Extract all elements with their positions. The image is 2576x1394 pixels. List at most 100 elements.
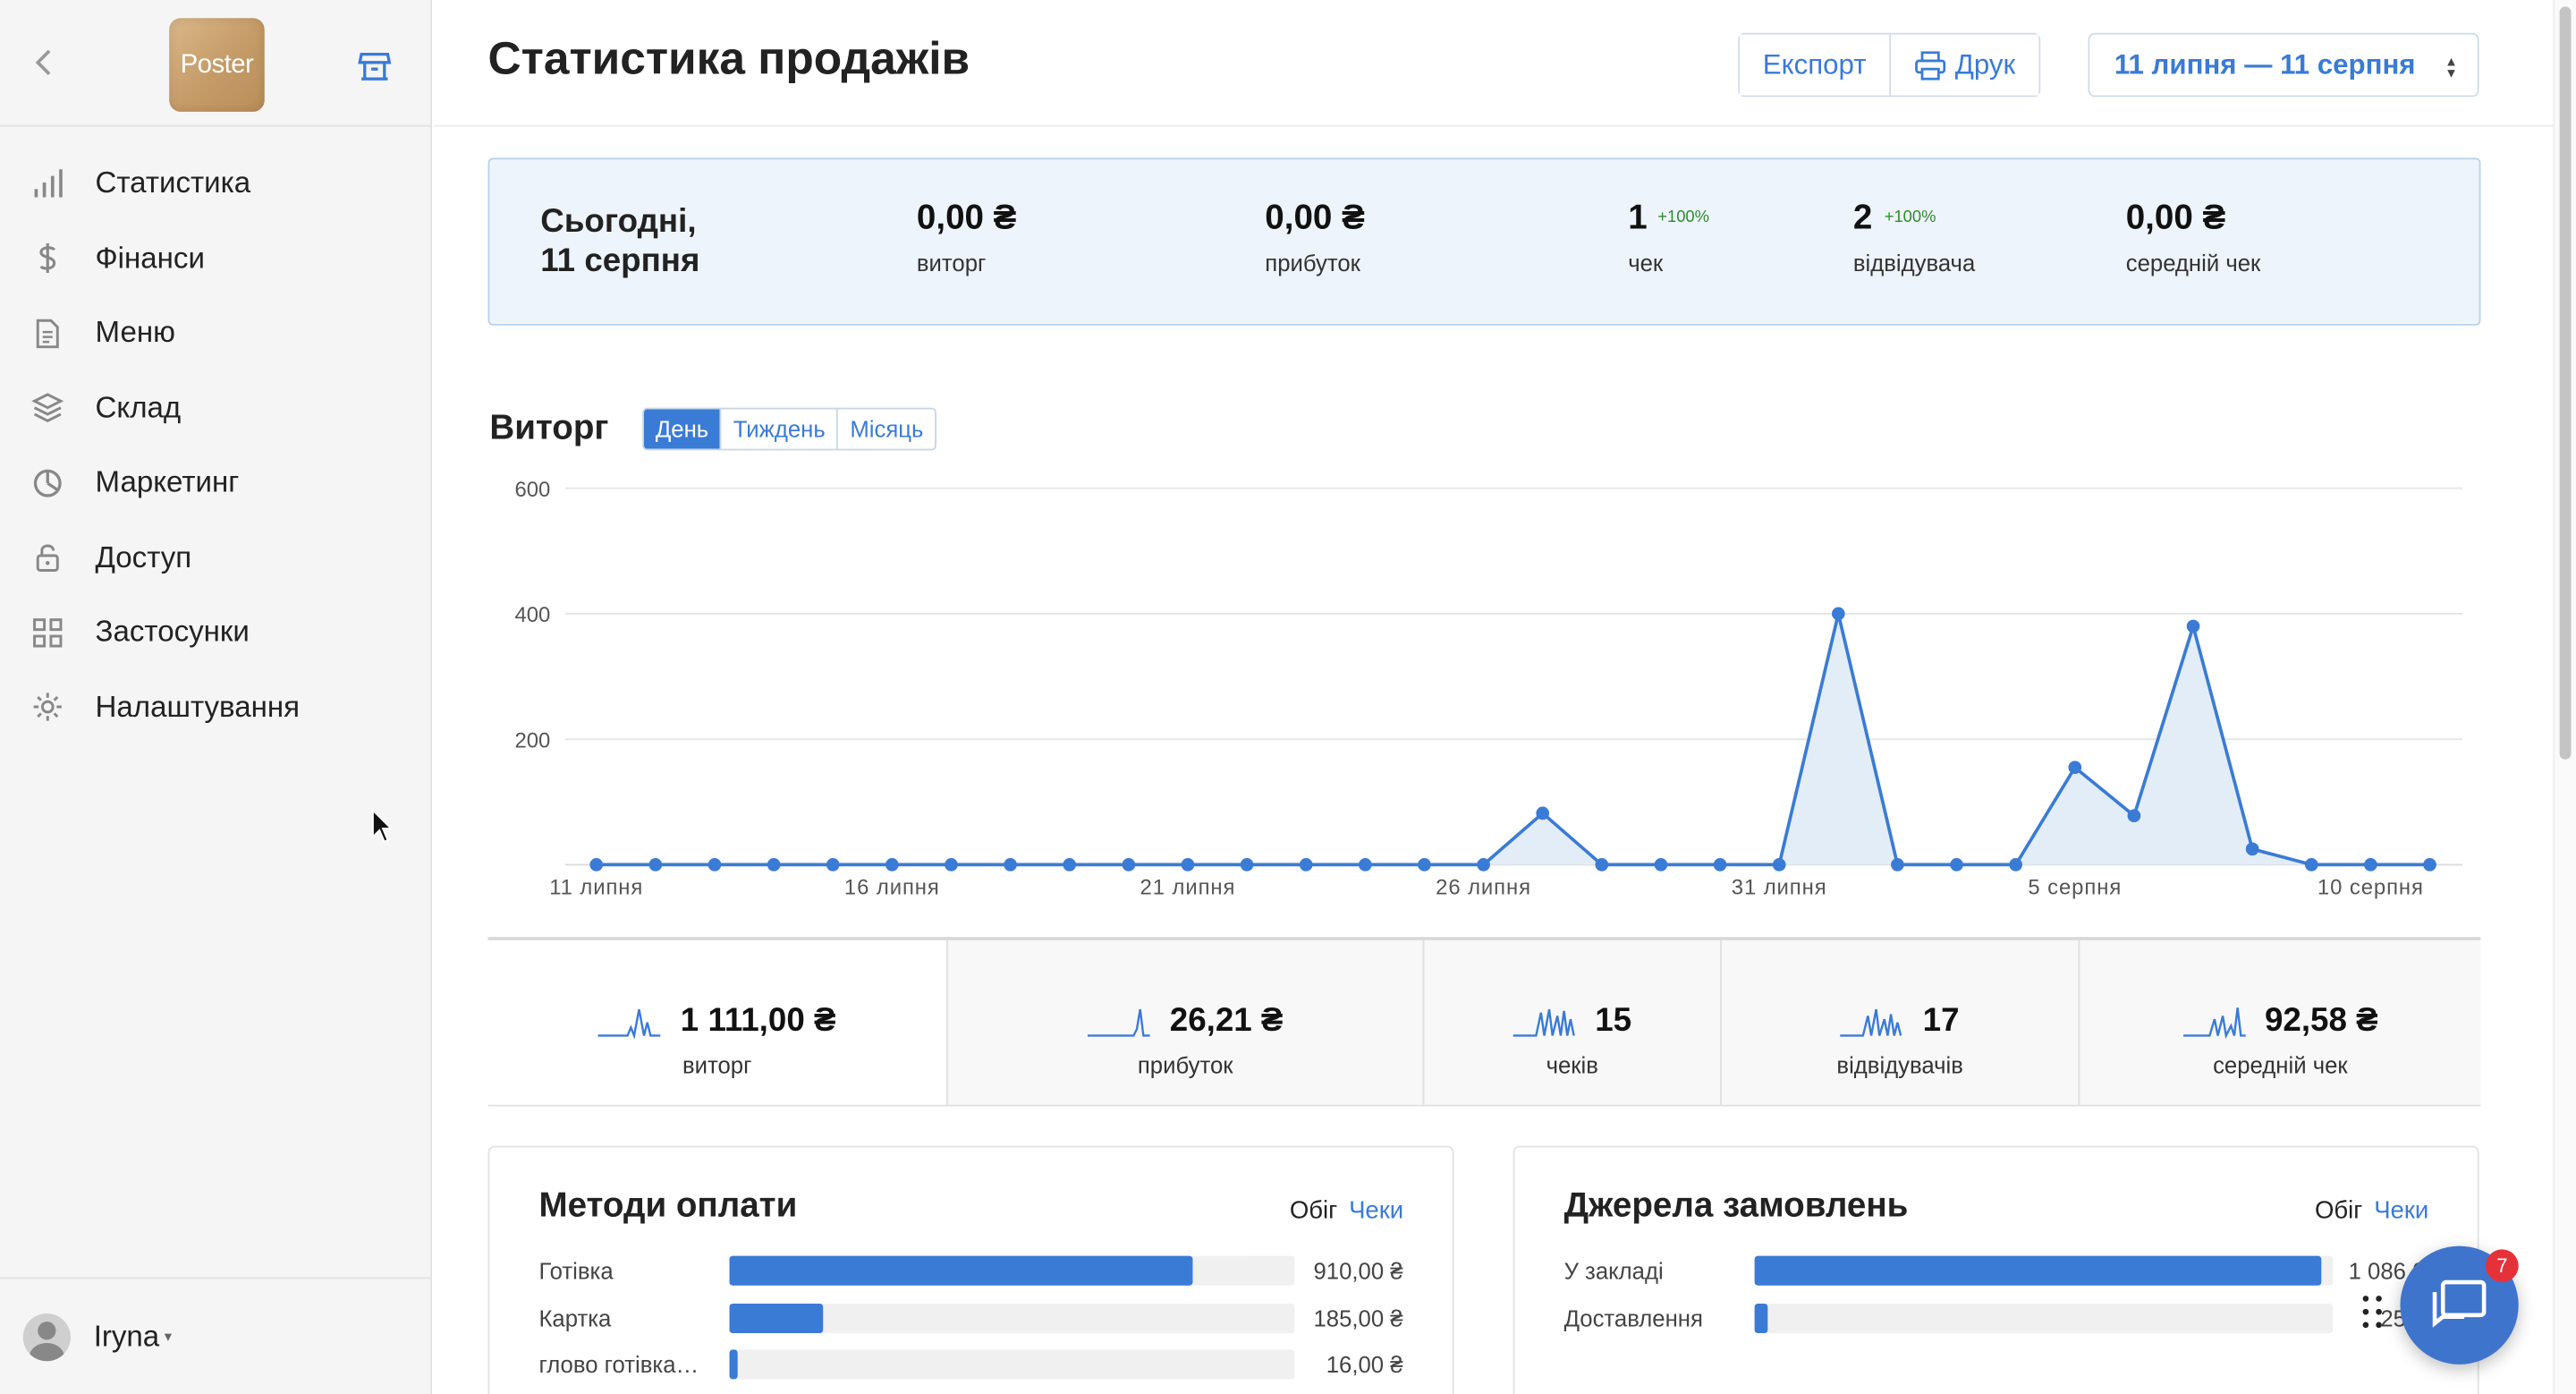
panel-title: Методи оплати [538,1186,798,1225]
bar-track [729,1349,1295,1380]
poster-logo[interactable]: Poster [169,18,265,112]
summary-average-check[interactable]: 92,58 ₴ середній чек [2078,939,2481,1105]
summary-stats: 1 111,00 ₴ виторг 26,21 ₴ прибуток 15 че… [487,937,2481,1107]
summary-visitors[interactable]: 17 відвідувачів [1720,939,2079,1105]
today-stat-profit: 0,00 ₴ прибуток [1265,199,1365,276]
sidebar-item-statistics[interactable]: Статистика [0,147,432,222]
toggle-turnover[interactable]: Обіг [2315,1197,2362,1225]
row-label: глово готівка… [538,1351,699,1378]
data-point [1713,858,1727,871]
dollar-icon [31,242,64,276]
today-label: Сьогодні, [540,203,697,241]
sort-arrows-icon: ▲ ▼ [2445,54,2458,81]
y-tick-label: 200 [514,728,550,752]
x-tick-label: 11 липня [549,875,643,899]
data-point [1654,858,1668,871]
page-scrollbar[interactable] [2553,0,2576,1394]
summary-revenue[interactable]: 1 111,00 ₴ виторг [487,939,946,1105]
bar-track [729,1255,1295,1286]
data-point [1950,858,1963,871]
row-amount: 910,00 ₴ [1313,1257,1403,1284]
summary-label: чеків [1546,1051,1598,1079]
sidebar-item-label: Застосунки [95,615,250,649]
store-icon[interactable] [357,47,393,83]
breakdown-row: Картка 185,00 ₴ [538,1301,1403,1334]
export-button[interactable]: Експорт [1740,34,1890,96]
sidebar-item-label: Налаштування [95,690,301,723]
data-point [1595,858,1609,871]
sidebar-item-warehouse[interactable]: Склад [0,370,432,446]
tab-week[interactable]: Тиждень [720,409,837,449]
pie-icon [31,466,64,499]
stat-change: +100% [1657,208,1709,227]
date-range-select[interactable]: 11 липня — 11 серпня ▲ ▼ [2088,32,2479,98]
summary-value: 26,21 ₴ [1169,1002,1284,1040]
bar-track [729,1303,1295,1333]
date-range-value: 11 липня — 11 серпня [2114,48,2416,81]
sidebar-header: Poster [0,0,433,127]
bar-fill [729,1303,823,1333]
stat-label: середній чек [2125,250,2261,276]
scrollbar-thumb[interactable] [2559,6,2572,760]
sidebar: Poster Статистика Фінанси Меню Склад Мар… [0,0,433,1394]
stat-value: 0,00 ₴ [2125,199,2226,237]
toggle-turnover[interactable]: Обіг [1290,1197,1337,1225]
summary-label: відвідувачів [1836,1051,1963,1079]
summary-value: 17 [1922,1002,1960,1040]
data-point [1418,858,1431,871]
print-button[interactable]: Друк [1889,34,2038,96]
data-point [1004,858,1017,871]
breakdown-row: Готівка 910,00 ₴ [538,1254,1403,1288]
revenue-chart: 200 400 600 11 липня 16 липня 21 липня 26 липн… [514,478,2463,899]
page-title: Статистика продажів [487,32,970,84]
sidebar-item-finance[interactable]: Фінанси [0,221,432,296]
period-tabs: День Тиждень Місяць [642,407,937,451]
y-tick-label: 600 [514,478,550,502]
data-point [1299,858,1313,871]
chevron-down-icon: ▾ [164,1327,173,1344]
data-point [2068,761,2082,775]
sidebar-item-settings[interactable]: Налаштування [0,670,432,745]
sidebar-item-access[interactable]: Доступ [0,520,432,595]
bar-chart-icon [31,167,64,200]
toggle-checks[interactable]: Чеки [1349,1197,1403,1225]
row-label: Доставлення [1563,1304,1703,1331]
sidebar-item-menu[interactable]: Меню [0,296,432,371]
sidebar-item-label: Фінанси [95,241,205,275]
panel-title: Джерела замовлень [1563,1186,1909,1225]
toggle-checks[interactable]: Чеки [2374,1197,2428,1225]
summary-value: 1 111,00 ₴ [680,1002,836,1040]
today-stat-revenue: 0,00 ₴ виторг [917,199,1017,276]
data-point [589,858,604,871]
data-point [945,858,958,871]
tab-day[interactable]: День [643,409,721,449]
sidebar-item-apps[interactable]: Застосунки [0,595,432,670]
stat-value: 0,00 ₴ [916,199,1017,237]
sidebar-nav: Статистика Фінанси Меню Склад Маркетинг … [0,147,432,745]
summary-label: виторг [682,1051,752,1079]
sparkline-icon [1840,1008,1902,1037]
back-arrow-icon[interactable] [31,45,57,81]
user-name: Iryna [93,1319,160,1353]
row-label: Картка [538,1304,612,1331]
breakdown-row: глово готівка… 16,00 ₴ [538,1348,1403,1381]
layers-icon [31,392,64,425]
stat-value: 0,00 ₴ [1265,199,1365,237]
bar-track [1754,1255,2334,1286]
topbar: Статистика продажів Експорт Друк 11 липн… [433,0,2554,127]
summary-label: середній чек [2213,1051,2348,1079]
user-menu[interactable]: Iryna ▾ [0,1277,433,1394]
tab-month[interactable]: Місяць [836,409,936,449]
summary-profit[interactable]: 26,21 ₴ прибуток [945,939,1423,1105]
summary-checks[interactable]: 15 чеків [1422,939,1721,1105]
sidebar-item-label: Маркетинг [95,465,240,499]
sidebar-item-label: Статистика [95,166,251,200]
data-point [648,858,663,871]
data-point [1063,858,1077,871]
data-point [767,858,781,871]
drag-handle-icon[interactable] [2360,1294,2384,1330]
row-amount: 185,00 ₴ [1313,1304,1403,1331]
data-point [1122,858,1136,871]
sidebar-item-marketing[interactable]: Маркетинг [0,446,432,521]
today-date: 11 серпня [540,242,700,280]
